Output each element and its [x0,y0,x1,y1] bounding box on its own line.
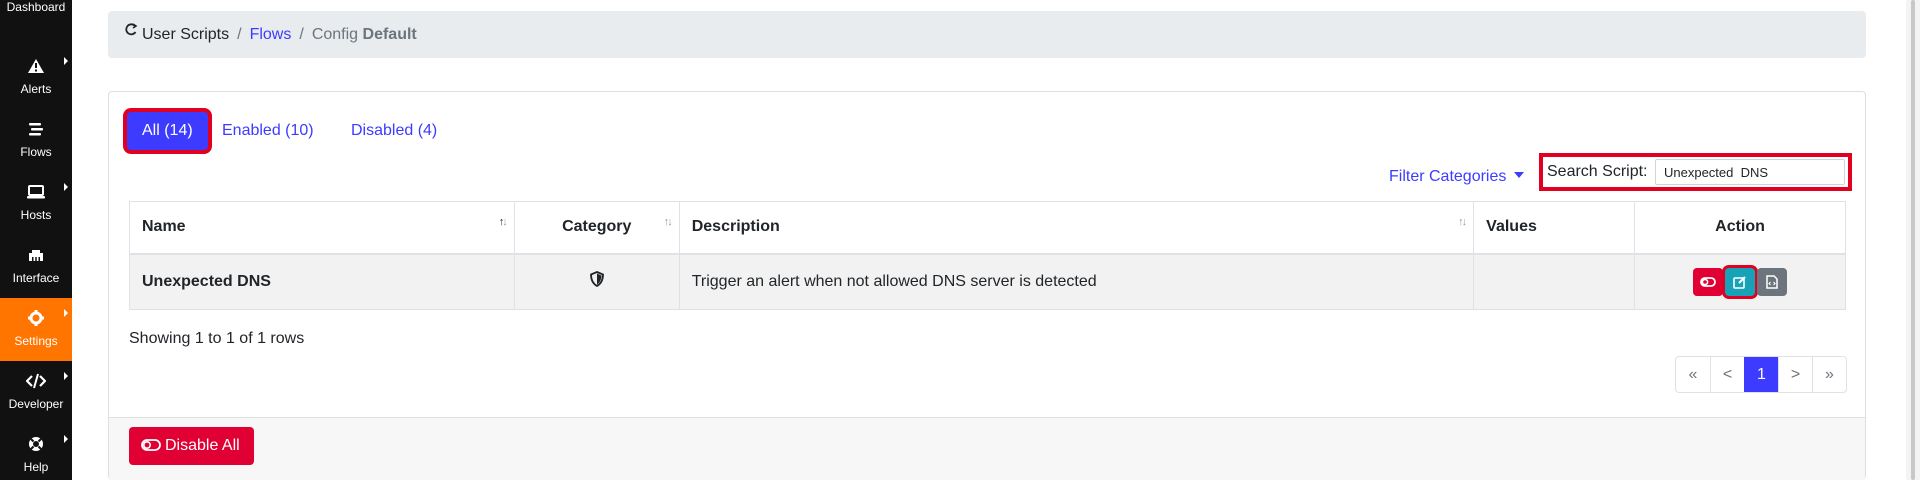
header-action: Action [1634,201,1846,255]
breadcrumb-config-name: Default [362,26,417,43]
sidebar-item-settings[interactable]: Settings [0,298,72,361]
caret-right-icon [64,309,68,317]
sidebar-item-developer[interactable]: Developer [0,361,72,424]
tab-enabled[interactable]: Enabled (10) [207,112,329,150]
shield-icon [589,271,604,291]
page-current-button[interactable]: 1 [1744,357,1778,392]
sidebar-item-label: Flows [20,145,52,159]
search-script-label: Search Script: [1547,163,1648,180]
script-source-button[interactable] [1757,267,1788,296]
page-last-button[interactable]: » [1812,357,1846,392]
cell-values [1473,253,1636,310]
sidebar: Dashboard Alerts Flows Hosts Interface S… [0,0,72,480]
toggle-off-icon [141,438,161,451]
page-first-button[interactable]: « [1676,357,1710,392]
disable-all-button[interactable]: Disable All [129,427,254,465]
table-header-row: Name ↑↓ Category ↑↓ Description ↑↓ Value… [129,201,1846,255]
cell-description: Trigger an alert when not allowed DNS se… [678,253,1475,310]
edit-script-button[interactable] [1725,267,1756,296]
header-category[interactable]: Category ↑↓ [513,201,680,255]
page-scrollbar[interactable] [1906,0,1920,480]
scrollbar-thumb[interactable] [1911,0,1915,480]
sort-icon: ↑↓ [498,216,508,228]
sidebar-item-help[interactable]: Help [0,424,72,480]
caret-right-icon [64,372,68,380]
breadcrumb-separator: / [237,26,242,43]
sidebar-item-label: Developer [8,397,64,411]
header-category-label: Category [562,218,632,236]
sidebar-item-alerts[interactable]: Alerts [0,46,72,109]
life-ring-icon [0,436,72,456]
search-script-input[interactable] [1655,159,1845,185]
card-footer [109,417,1865,480]
disable-all-label: Disable All [165,437,240,454]
caret-right-icon [64,435,68,443]
sidebar-item-label: Interface [12,271,60,285]
table-row: Unexpected DNS Trigger an alert when not… [129,253,1846,310]
breadcrumb: User Scripts / Flows / Config Default [108,11,1866,58]
sidebar-item-label: Alerts [20,82,52,96]
sidebar-item-label: Hosts [20,208,52,222]
cell-action [1634,253,1846,310]
breadcrumb-separator: / [299,26,304,43]
filter-categories-label: Filter Categories [1389,168,1507,185]
scripts-table: Name ↑↓ Category ↑↓ Description ↑↓ Value… [129,201,1846,310]
cell-category [513,253,680,310]
header-values: Values [1473,201,1636,255]
sidebar-item-interface[interactable]: Interface [0,235,72,298]
caret-right-icon [64,57,68,65]
sort-icon: ↑↓ [663,216,673,228]
tab-all[interactable]: All (14) [127,112,208,150]
sidebar-item-label: Help [23,460,49,474]
sidebar-item-flows[interactable]: Flows [0,109,72,172]
pagination: « < 1 > » [1675,356,1847,393]
breadcrumb-config-prefix: Config [311,26,359,43]
header-values-label: Values [1486,218,1537,236]
cell-name: Unexpected DNS [129,253,515,310]
file-code-icon [1766,275,1778,289]
search-script-box: Search Script: [1539,153,1852,191]
header-name[interactable]: Name ↑↓ [129,201,515,255]
stream-icon [0,121,72,141]
filter-categories-dropdown[interactable]: Filter Categories [1389,160,1525,194]
breadcrumb-link-flows[interactable]: Flows [250,26,292,43]
sort-icon: ↑↓ [1458,216,1467,228]
code-icon [0,373,72,393]
toggle-off-icon [1700,276,1716,287]
warning-icon [0,58,72,78]
header-description-label: Description [691,218,780,236]
gear-icon [0,310,72,330]
breadcrumb-root: User Scripts [142,26,230,43]
header-description[interactable]: Description ↑↓ [678,201,1475,255]
laptop-icon [0,184,72,204]
ethernet-icon [0,247,72,267]
toggle-script-button[interactable] [1693,267,1724,296]
edit-icon [1733,276,1746,289]
page-prev-button[interactable]: < [1710,357,1744,392]
caret-right-icon [64,183,68,191]
sidebar-item-label: Settings [14,334,58,348]
header-name-label: Name [142,218,186,236]
header-action-label: Action [1715,218,1765,236]
pagination-info: Showing 1 to 1 of 1 rows [129,330,305,347]
sidebar-item-dashboard[interactable]: Dashboard [0,0,72,27]
caret-down-icon [1514,171,1525,178]
scripts-card: All (14) Enabled (10) Disabled (4) Filte… [108,91,1866,480]
page-next-button[interactable]: > [1778,357,1812,392]
sidebar-item-label: Dashboard [6,0,66,14]
tab-disabled[interactable]: Disabled (4) [336,112,452,150]
sidebar-item-hosts[interactable]: Hosts [0,172,72,235]
scroll-icon [124,9,138,56]
